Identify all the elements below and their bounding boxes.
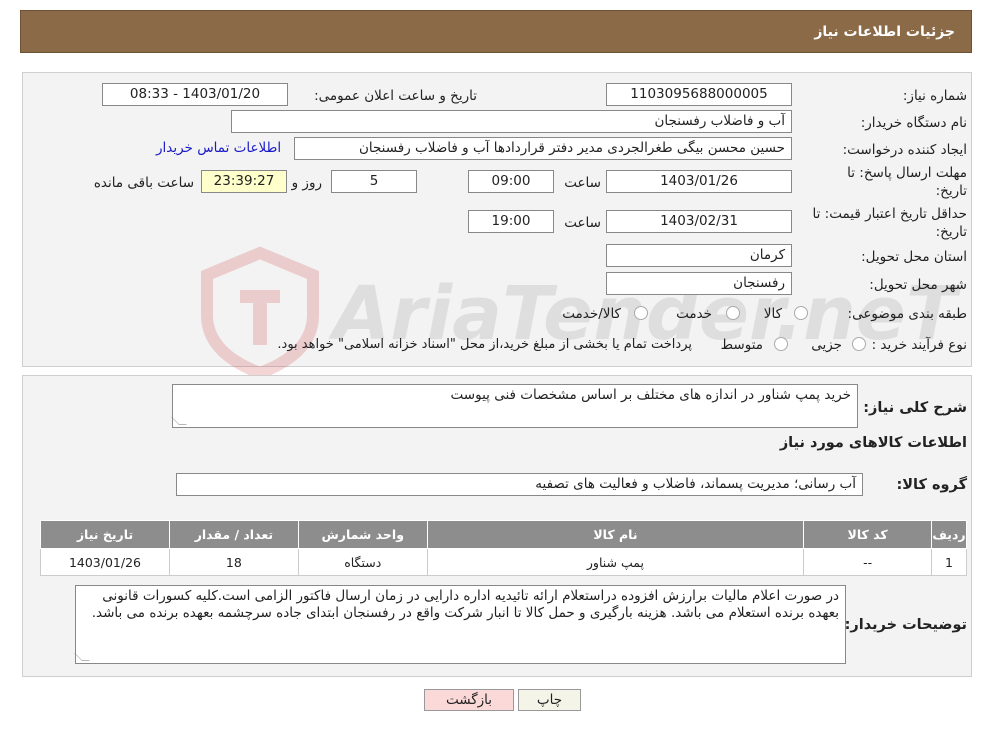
print-button[interactable]: چاپ xyxy=(518,689,581,711)
remaining-time-field: 23:39:27 xyxy=(201,170,287,193)
col-name: نام کالا xyxy=(426,520,805,549)
creator-label: ایجاد کننده درخواست: xyxy=(842,142,967,158)
province-field: کرمان xyxy=(606,244,792,267)
cell-unit: دستگاه xyxy=(297,548,428,576)
category-radio-service[interactable] xyxy=(726,306,740,320)
col-unit: واحد شمارش xyxy=(297,520,428,549)
category-option-goods-service: کالا/خدمت xyxy=(562,306,621,322)
buyer-notes-textarea: در صورت اعلام مالیات برارزش افزوده دراست… xyxy=(74,585,846,664)
buyer-org-label: نام دستگاه خریدار: xyxy=(860,115,967,131)
category-radio-goods-service[interactable] xyxy=(634,306,648,320)
validity-date-field: 1403/02/31 xyxy=(606,210,792,233)
table-header-row: ردیف کد کالا نام کالا واحد شمارش تعداد /… xyxy=(40,520,967,549)
summary-textarea: خرید پمپ شناور در اندازه های مختلف بر اس… xyxy=(171,384,858,428)
purchase-type-label: نوع فرآیند خرید : xyxy=(871,337,967,353)
remaining-days-field: 5 xyxy=(331,170,417,193)
goods-group-field: آب رسانی؛ مدیریت پسماند، فاضلاب و فعالیت… xyxy=(176,473,863,496)
province-label: استان محل تحویل: xyxy=(861,249,967,265)
category-option-goods: کالا xyxy=(763,306,782,322)
buyer-org-field: آب و فاضلاب رفسنجان xyxy=(231,110,792,133)
col-code: کد کالا xyxy=(803,520,933,549)
category-option-service: خدمت xyxy=(676,306,712,322)
cell-need-date: 1403/01/26 xyxy=(40,548,170,576)
summary-label: شرح کلی نیاز: xyxy=(863,400,967,416)
goods-info-title: اطلاعات کالاهای مورد نیاز xyxy=(779,435,967,451)
deadline-time-field: 09:00 xyxy=(468,170,554,193)
resize-grip-icon xyxy=(171,417,187,425)
validity-label-date: تاریخ: xyxy=(935,224,967,240)
remaining-time-label: ساعت باقی مانده xyxy=(93,175,194,191)
goods-group-label: گروه کالا: xyxy=(896,477,967,493)
validity-time-field: 19:00 xyxy=(468,210,554,233)
city-label: شهر محل تحویل: xyxy=(869,277,967,293)
category-label: طبقه بندی موضوعی: xyxy=(847,306,967,322)
cell-row: 1 xyxy=(931,548,967,576)
purchase-option-minor: جزیی xyxy=(811,337,842,353)
announce-label: تاریخ و ساعت اعلان عمومی: xyxy=(314,88,477,104)
summary-text: خرید پمپ شناور در اندازه های مختلف بر اس… xyxy=(450,387,851,403)
watermark-logo-icon xyxy=(201,246,319,380)
cell-name: پمپ شناور xyxy=(426,548,805,576)
col-quantity: تعداد / مقدار xyxy=(168,520,299,549)
purchase-note: پرداخت تمام یا بخشی از مبلغ خرید،از محل … xyxy=(277,337,692,352)
resize-grip-icon xyxy=(74,653,90,661)
purchase-radio-medium[interactable] xyxy=(774,337,788,351)
need-number-field: 1103095688000005 xyxy=(606,83,792,106)
category-radio-goods[interactable] xyxy=(794,306,808,320)
days-label: روز و xyxy=(291,175,322,191)
deadline-label: مهلت ارسال پاسخ: تا xyxy=(847,165,967,181)
page-title: جزئیات اطلاعات نیاز xyxy=(814,24,955,40)
city-field: رفسنجان xyxy=(606,272,792,295)
col-row: ردیف xyxy=(931,520,967,549)
cell-code: -- xyxy=(803,548,933,576)
back-button[interactable]: بازگشت xyxy=(424,689,514,711)
deadline-label-date: تاریخ: xyxy=(935,183,967,199)
creator-field: حسین محسن بیگی طغرالجردی مدیر دفتر قرارد… xyxy=(294,137,792,160)
validity-label: حداقل تاریخ اعتبار قیمت: تا xyxy=(812,206,967,222)
goods-table: ردیف کد کالا نام کالا واحد شمارش تعداد /… xyxy=(40,520,967,576)
buyer-contact-link[interactable]: اطلاعات تماس خریدار xyxy=(156,140,281,156)
table-row: 1 -- پمپ شناور دستگاه 18 1403/01/26 xyxy=(40,548,967,576)
col-need-date: تاریخ نیاز xyxy=(40,520,170,549)
need-number-label: شماره نیاز: xyxy=(902,88,967,104)
purchase-option-medium: متوسط xyxy=(720,337,763,353)
purchase-radio-minor[interactable] xyxy=(852,337,866,351)
announce-field: 1403/01/20 - 08:33 xyxy=(102,83,288,106)
cell-quantity: 18 xyxy=(168,548,299,576)
buyer-notes-label: توضیحات خریدار: xyxy=(844,617,967,633)
page-header: جزئیات اطلاعات نیاز xyxy=(20,10,972,53)
deadline-time-label: ساعت xyxy=(564,175,601,191)
deadline-date-field: 1403/01/26 xyxy=(606,170,792,193)
validity-time-label: ساعت xyxy=(564,215,601,231)
buyer-notes-text: در صورت اعلام مالیات برارزش افزوده دراست… xyxy=(91,588,839,621)
